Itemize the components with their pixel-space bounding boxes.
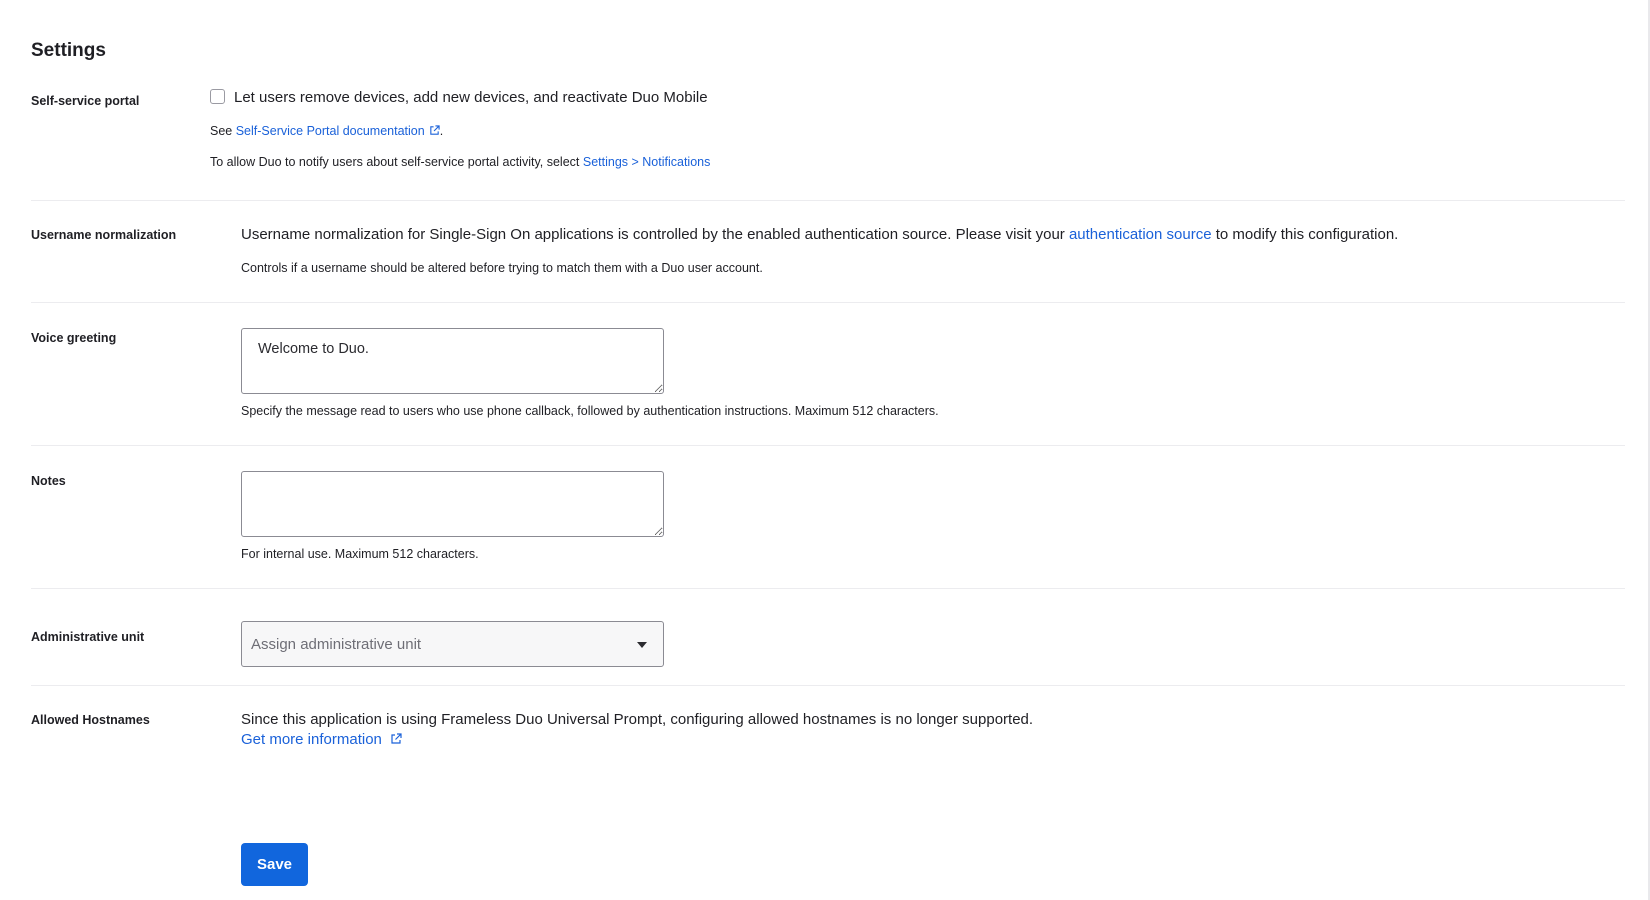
- allowed-hostnames-label: Allowed Hostnames: [31, 713, 150, 727]
- doc-suffix: .: [439, 124, 444, 138]
- save-button[interactable]: Save: [241, 843, 308, 886]
- username-normalization-label: Username normalization: [31, 228, 177, 242]
- voice-greeting-textarea[interactable]: Welcome to Duo.: [241, 328, 664, 394]
- allowed-hostnames-text: Since this application is using Frameles…: [241, 711, 1034, 728]
- self-service-doc-link[interactable]: Self-Service Portal documentation: [236, 124, 440, 138]
- notify-text: To allow Duo to notify users about self-…: [210, 155, 583, 169]
- administrative-unit-placeholder: Assign administrative unit: [251, 636, 422, 653]
- notes-label: Notes: [31, 474, 66, 488]
- administrative-unit-label: Administrative unit: [31, 630, 145, 644]
- authentication-source-link[interactable]: authentication source: [1069, 226, 1212, 243]
- notes-textarea[interactable]: [241, 471, 664, 537]
- external-link-icon: [429, 125, 440, 135]
- self-service-checkbox[interactable]: [210, 89, 225, 104]
- get-more-information-text: Get more information: [241, 731, 382, 748]
- divider: [31, 445, 1625, 446]
- get-more-information-link[interactable]: Get more information: [241, 731, 402, 748]
- username-normalization-text-before: Username normalization for Single-Sign O…: [241, 226, 1069, 243]
- settings-notifications-link[interactable]: Settings > Notifications: [583, 155, 711, 169]
- doc-prefix: See: [210, 124, 236, 138]
- divider: [31, 588, 1625, 589]
- page-title: Settings: [31, 40, 106, 61]
- self-service-doc-line: See Self-Service Portal documentation.: [210, 124, 443, 138]
- doc-link-text: Self-Service Portal documentation: [235, 124, 425, 138]
- administrative-unit-select[interactable]: Assign administrative unit: [241, 621, 664, 667]
- divider: [31, 200, 1625, 201]
- self-service-notify-line: To allow Duo to notify users about self-…: [210, 155, 710, 169]
- chevron-down-icon: [637, 642, 647, 648]
- username-normalization-help: Controls if a username should be altered…: [241, 261, 763, 275]
- voice-greeting-help: Specify the message read to users who us…: [241, 404, 939, 418]
- notes-help: For internal use. Maximum 512 characters…: [241, 547, 479, 561]
- username-normalization-text: Username normalization for Single-Sign O…: [241, 226, 1398, 243]
- divider: [31, 685, 1625, 686]
- username-normalization-text-after: to modify this configuration.: [1211, 226, 1399, 243]
- voice-greeting-label: Voice greeting: [31, 331, 117, 345]
- external-link-icon: [391, 733, 402, 744]
- self-service-checkbox-label[interactable]: Let users remove devices, add new device…: [234, 89, 708, 106]
- divider: [31, 302, 1625, 303]
- self-service-portal-label: Self-service portal: [31, 94, 140, 108]
- get-more-information-line: Get more information: [241, 731, 402, 748]
